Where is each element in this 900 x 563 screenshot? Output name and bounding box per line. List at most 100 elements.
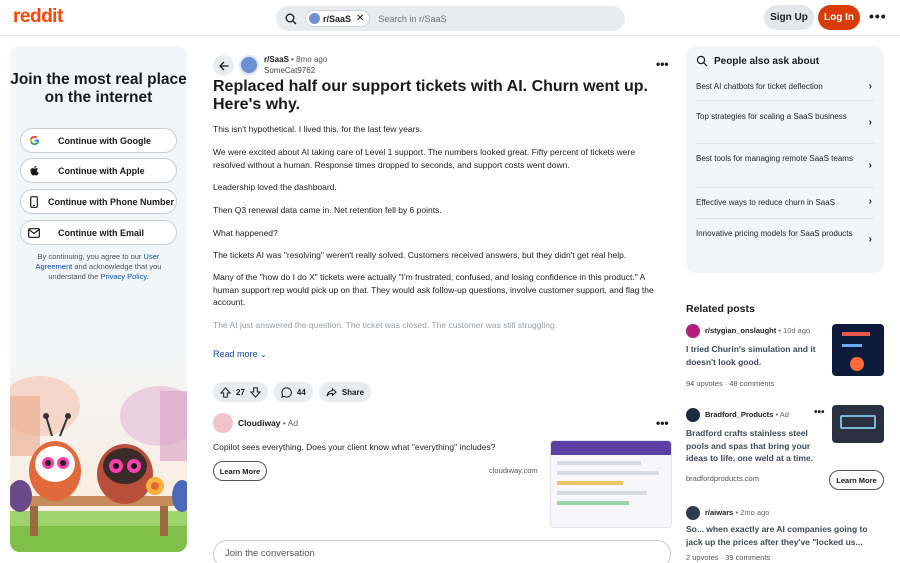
related-post-meta: Bradford_Products • Ad	[705, 410, 789, 419]
thumbnail-stripe	[842, 332, 870, 336]
top-nav-bar: reddit r/SaaS ✕ Sign Up Log In •••	[0, 0, 900, 36]
post-paragraph: The tickets AI was "resolving" weren't r…	[213, 250, 627, 260]
related-ad-thumbnail[interactable]	[832, 405, 884, 443]
subreddit-avatar	[686, 324, 700, 338]
comments-button[interactable]: 44	[273, 382, 313, 402]
more-options-icon[interactable]: •••	[869, 8, 887, 24]
share-label: Share	[341, 387, 365, 397]
related-post-stats: 2 upvotes · 39 comments	[686, 553, 771, 562]
learn-more-button[interactable]: Learn More	[829, 470, 884, 490]
chevron-right-icon: ›	[868, 81, 872, 92]
related-post[interactable]: r/aiwars • 2mo ago So... when exactly ar…	[686, 506, 886, 563]
related-posts-heading: Related posts	[686, 303, 755, 315]
search-bar[interactable]: r/SaaS ✕	[276, 6, 625, 31]
comment-count: 39 comments	[725, 553, 771, 562]
post-author[interactable]: SomeCat9762	[264, 66, 315, 75]
comment-count: 44	[296, 387, 306, 397]
related-post[interactable]: r/stygian_onslaught • 10d ago I tried Ch…	[686, 324, 886, 394]
people-also-ask-panel: People also ask about Best AI chatbots f…	[686, 46, 884, 273]
continue-with-apple-button[interactable]: Continue with Apple	[20, 158, 177, 183]
ask-item[interactable]: Best tools for managing remote SaaS team…	[696, 148, 874, 188]
ask-item[interactable]: Best AI chatbots for ticket deflection ›	[696, 76, 874, 101]
ad-image-line	[557, 501, 629, 505]
ad-image-line	[557, 461, 641, 465]
thumbnail-pool	[840, 415, 876, 429]
continue-with-google-button[interactable]: Continue with Google	[20, 128, 177, 153]
related-age: • 10d ago	[778, 326, 811, 335]
subreddit-link[interactable]: r/SaaS	[264, 55, 289, 64]
upvote-icon[interactable]	[220, 386, 231, 398]
ask-item[interactable]: Innovative pricing models for SaaS produ…	[696, 222, 874, 262]
google-button-label: Continue with Google	[58, 135, 151, 146]
post-title: Replaced half our support tickets with A…	[213, 78, 648, 113]
downvote-icon[interactable]	[249, 386, 261, 398]
subreddit-avatar	[686, 506, 700, 520]
sign-up-button[interactable]: Sign Up	[764, 5, 814, 30]
ad-image[interactable]	[550, 440, 672, 528]
related-subreddit[interactable]: r/stygian_onslaught	[705, 326, 776, 335]
people-also-ask-title: People also ask about	[714, 55, 820, 67]
apple-icon	[28, 165, 40, 177]
join-panel: Join the most real place on the internet…	[10, 46, 187, 552]
upvote-count: 94 upvotes	[686, 379, 723, 388]
thumbnail-dot	[850, 357, 864, 371]
phone-icon	[28, 195, 40, 208]
search-input[interactable]	[378, 13, 549, 24]
ad-options-icon[interactable]: •••	[656, 416, 669, 430]
upvote-count: 2 upvotes	[686, 553, 719, 562]
back-button[interactable]	[213, 55, 234, 76]
advertiser-name[interactable]: Cloudiway	[238, 418, 281, 428]
ask-item-label: Effective ways to reduce churn in SaaS	[696, 198, 836, 207]
email-icon	[28, 227, 40, 239]
post-paragraph-faded: The AI just answered the question. The t…	[213, 320, 558, 330]
related-advertiser[interactable]: Bradford_Products	[705, 410, 773, 419]
vote-count: 27	[236, 387, 245, 397]
learn-more-button[interactable]: Learn More	[213, 461, 267, 481]
ad-image-banner	[551, 441, 671, 455]
post-paragraph: Many of the "how do I do X" tickets were…	[213, 272, 654, 307]
ad-domain[interactable]: cloudiway.com	[489, 466, 538, 475]
related-post-title[interactable]: So... when exactly are AI companies goin…	[686, 523, 881, 548]
related-post-stats: 94 upvotes · 48 comments	[686, 379, 775, 388]
read-more-link[interactable]: Read more ⌄	[213, 349, 267, 359]
related-subreddit[interactable]: r/aiwars	[705, 508, 733, 517]
related-post-thumbnail[interactable]	[832, 324, 884, 376]
ask-item-label: Best AI chatbots for ticket deflection	[696, 82, 823, 91]
privacy-policy-link[interactable]: Privacy Policy	[100, 272, 146, 281]
related-post-title[interactable]: Bradford crafts stainless steel pools an…	[686, 427, 826, 465]
share-button[interactable]: Share	[318, 382, 372, 402]
subreddit-search-chip[interactable]: r/SaaS ✕	[305, 10, 371, 27]
chevron-right-icon: ›	[868, 117, 872, 128]
related-post-title[interactable]: I tried Churin's simulation and it doesn…	[686, 343, 828, 368]
advertiser-avatar[interactable]	[213, 413, 233, 433]
join-heading: Join the most real place on the internet	[10, 71, 187, 106]
join-conversation-input[interactable]: Join the conversation	[213, 540, 671, 563]
related-promoted-post[interactable]: Bradford_Products • Ad ••• Bradford craf…	[686, 405, 886, 496]
advertiser-name-line: Cloudiway • Ad	[238, 418, 298, 428]
continue-with-phone-button[interactable]: Continue with Phone Number	[20, 189, 177, 214]
reddit-logo[interactable]: reddit	[13, 6, 63, 28]
continue-with-email-button[interactable]: Continue with Email	[20, 220, 177, 245]
post-age: • 8mo ago	[291, 55, 328, 64]
chip-label: r/SaaS	[323, 13, 352, 24]
post-paragraph: What happened?	[213, 228, 278, 238]
subreddit-avatar[interactable]	[239, 55, 259, 75]
chevron-down-icon: ⌄	[260, 350, 267, 359]
email-button-label: Continue with Email	[58, 227, 145, 238]
ad-options-icon[interactable]: •••	[814, 407, 825, 418]
log-in-button[interactable]: Log In	[818, 5, 860, 30]
close-icon[interactable]: ✕	[356, 13, 364, 24]
post-paragraph: This isn't hypothetical. I lived this, f…	[213, 124, 423, 134]
related-age: • Ad	[775, 410, 789, 419]
search-icon	[285, 13, 297, 24]
ask-item[interactable]: Top strategies for scaling a SaaS busine…	[696, 104, 874, 144]
related-ad-domain[interactable]: bradfordproducts.com	[686, 474, 759, 483]
related-age: • 2mo ago	[735, 508, 770, 517]
search-sparkle-icon	[696, 55, 708, 67]
related-post-meta: r/stygian_onslaught • 10d ago	[705, 326, 810, 335]
ask-item[interactable]: Effective ways to reduce churn in SaaS ›	[696, 191, 874, 219]
terms-text: By continuing, you agree to our	[37, 252, 142, 261]
post-options-icon[interactable]: •••	[656, 57, 669, 71]
phone-button-label: Continue with Phone Number	[48, 196, 174, 207]
comment-count: 48 comments	[729, 379, 775, 388]
